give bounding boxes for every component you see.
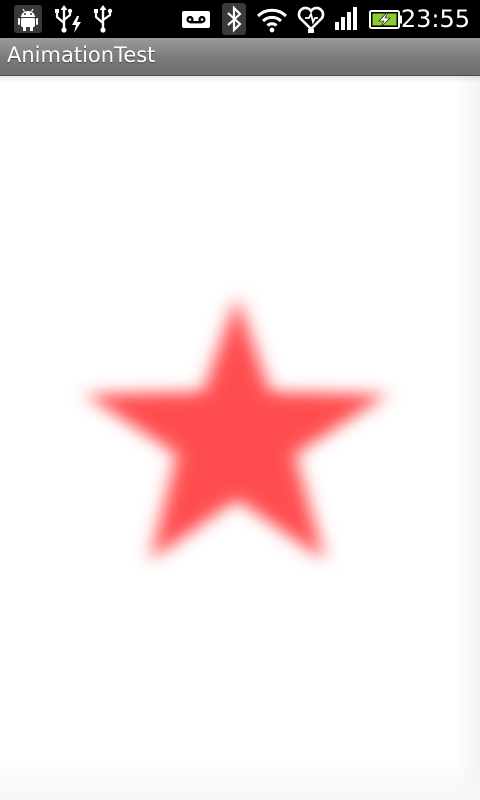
wifi-icon — [255, 3, 289, 35]
usb-icon — [90, 3, 116, 35]
voicemail-icon — [180, 3, 212, 35]
status-clock: 23:55 — [400, 5, 470, 33]
bluetooth-icon — [221, 3, 247, 35]
edge-glow-right — [454, 76, 480, 800]
app-title: AnimationTest — [7, 43, 156, 67]
usb-charging-icon — [50, 3, 84, 35]
star-icon — [85, 297, 388, 561]
title-bar-shadow — [0, 76, 480, 82]
content-area — [0, 76, 480, 800]
battery-charging-icon — [368, 3, 404, 35]
android-debug-icon — [12, 3, 44, 35]
heart-sync-icon — [296, 3, 326, 35]
edge-glow-bottom — [0, 760, 480, 800]
animated-star — [60, 226, 410, 576]
signal-icon — [332, 3, 362, 35]
status-bar: 23:55 — [0, 0, 480, 38]
title-bar: AnimationTest — [0, 38, 480, 76]
